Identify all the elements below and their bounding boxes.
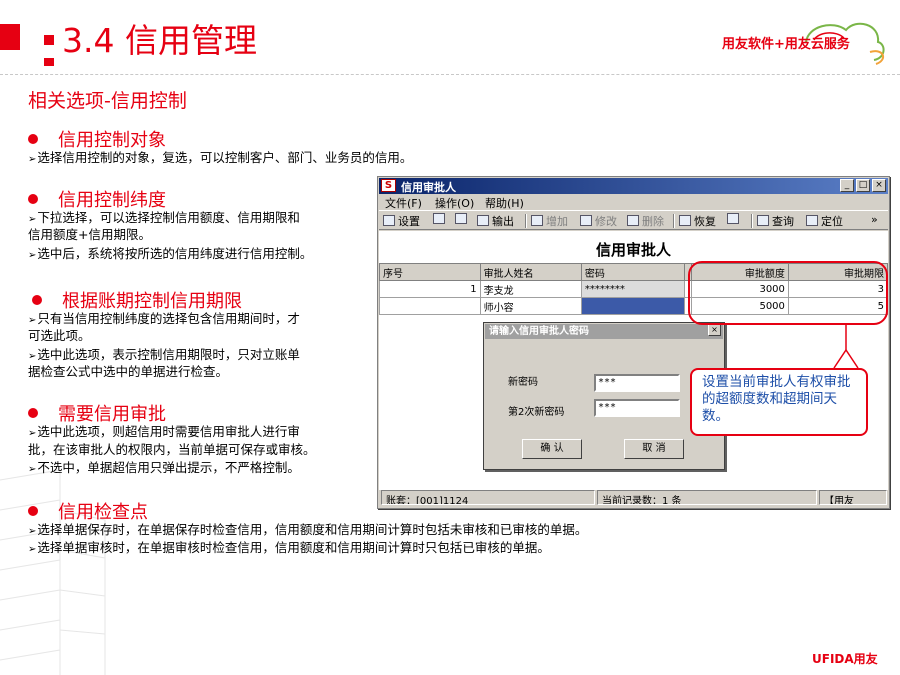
highlight-oval <box>688 261 888 325</box>
toolbar-add-button[interactable]: 增加 <box>531 213 568 229</box>
confirm-password-label: 第2次新密码 <box>508 407 565 418</box>
toolbar-query-button[interactable]: 查询 <box>757 213 794 229</box>
settings-icon <box>383 215 395 226</box>
col-header-name[interactable]: 审批人姓名 <box>479 263 582 281</box>
bullet-dot-icon <box>28 194 38 204</box>
cancel-button[interactable]: 取 消 <box>624 439 684 459</box>
confirm-password-field[interactable]: *** <box>594 399 680 417</box>
edit-icon <box>580 215 592 226</box>
title-accent-block <box>0 24 20 50</box>
cell-name[interactable]: 李支龙 <box>479 280 582 298</box>
arrow-icon: ➢ <box>28 154 37 165</box>
title-accent-dot <box>44 58 54 66</box>
window-title: 信用审批人 <box>401 181 456 194</box>
bullet-text: 据检查公式中选中的单据进行检查。 <box>28 364 229 379</box>
header-divider <box>0 74 900 75</box>
bullet-text: 信用额度+信用期限。 <box>28 227 151 242</box>
col-header-no[interactable]: 序号 <box>379 263 481 281</box>
export-icon <box>477 215 489 226</box>
cell-password[interactable]: ******** <box>580 280 685 298</box>
bullet-dot-icon <box>28 506 38 516</box>
status-account: 账套：[001]1124 <box>381 490 595 505</box>
minimize-button[interactable]: _ <box>840 179 854 192</box>
toolbar-edit-button[interactable]: 修改 <box>580 213 617 229</box>
section-subtitle: 相关选项-信用控制 <box>28 90 187 112</box>
toolbar-settings-button[interactable]: 设置 <box>383 213 420 229</box>
dialog-close-button[interactable]: × <box>708 324 721 336</box>
bullet-text: ➢不选中，单据超信用只弹出提示，不严格控制。 <box>28 460 300 475</box>
add-icon <box>531 215 543 226</box>
arrow-icon: ➢ <box>28 315 37 326</box>
password-dialog: 请输入信用审批人密码 × 新密码 *** 第2次新密码 *** 确 认 取 消 <box>483 322 725 470</box>
binoculars-icon <box>757 215 769 226</box>
arrow-icon: ➢ <box>28 214 37 225</box>
bullet-text: ➢选择信用控制的对象，复选，可以控制客户、部门、业务员的信用。 <box>28 150 413 165</box>
toolbar-print-button[interactable] <box>433 213 448 226</box>
arrow-icon: ➢ <box>28 464 37 475</box>
toolbar-locate-button[interactable]: 定位 <box>806 213 843 229</box>
status-record-count: 当前记录数：1 条 <box>597 490 817 505</box>
arrow-icon: ➢ <box>28 250 37 261</box>
status-bar: 账套：[001]1124 当前记录数：1 条 【用友 <box>379 489 888 507</box>
cell-no[interactable] <box>379 297 481 315</box>
bullet-text: 批，在该审批人的权限内，当前单据可保存或审核。 <box>28 442 316 457</box>
new-password-label: 新密码 <box>508 377 538 388</box>
toolbar-save-button[interactable] <box>727 213 742 226</box>
menu-bar: 文件(F) 操作(O) 帮助(H) <box>379 194 888 210</box>
menu-help[interactable]: 帮助(H) <box>485 195 524 211</box>
bullet-text: 可选此项。 <box>28 328 91 343</box>
arrow-icon: ➢ <box>28 351 37 362</box>
toolbar-delete-button[interactable]: 删除 <box>627 213 664 229</box>
dialog-titlebar[interactable]: 请输入信用审批人密码 <box>485 324 723 339</box>
bullet-text: ➢选中后，系统将按所选的信用纬度进行信用控制。 <box>28 246 313 261</box>
bullet-dot-icon <box>32 295 42 305</box>
slide-title: 3.4 信用管理 <box>62 21 257 60</box>
dialog-title: 请输入信用审批人密码 <box>489 326 589 337</box>
bullet-text: ➢选择单据保存时，在单据保存时检查信用，信用额度和信用期间计算时包括未审核和已审… <box>28 522 588 537</box>
delete-icon <box>627 215 639 226</box>
maximize-button[interactable]: □ <box>856 179 870 192</box>
close-button[interactable]: × <box>872 179 886 192</box>
cell-no[interactable]: 1 <box>379 280 481 298</box>
arrow-icon: ➢ <box>28 428 37 439</box>
menu-operation[interactable]: 操作(O) <box>435 195 474 211</box>
callout-note: 设置当前审批人有权审批的超额度数和超期间天数。 <box>690 368 868 436</box>
form-title: 信用审批人 <box>595 241 671 259</box>
title-accent-dot <box>44 35 54 45</box>
cell-name[interactable]: 师小容 <box>479 297 582 315</box>
status-brand: 【用友 <box>819 490 887 505</box>
print-icon <box>433 213 445 224</box>
bullet-text: ➢选中此选项，则超信用时需要信用审批人进行审 <box>28 424 300 439</box>
new-password-field[interactable]: *** <box>594 374 680 392</box>
bullet-dot-icon <box>28 134 38 144</box>
confirm-button[interactable]: 确 认 <box>522 439 582 459</box>
toolbar-more-button[interactable]: » <box>871 213 878 226</box>
ufida-footer-logo: UFIDA用友 <box>812 652 878 666</box>
arrow-icon: ➢ <box>28 526 37 537</box>
locate-icon <box>806 215 818 226</box>
toolbar: 设置 输出 增加 修改 删除 恢复 查询 定位 » <box>379 210 888 230</box>
ufida-logo-text: 用友软件+用友云服务 <box>722 37 850 52</box>
col-header-password[interactable]: 密码 <box>580 263 685 281</box>
undo-icon <box>679 215 691 226</box>
bullet-dot-icon <box>28 408 38 418</box>
toolbar-preview-button[interactable] <box>455 213 470 226</box>
app-icon: S <box>381 179 396 192</box>
arrow-icon: ➢ <box>28 544 37 555</box>
bullet-text: ➢选择单据审核时，在单据审核时检查信用，信用额度和信用期间计算时只包括已审核的单… <box>28 540 550 555</box>
menu-file[interactable]: 文件(F) <box>385 195 422 211</box>
toolbar-undo-button[interactable]: 恢复 <box>679 213 716 229</box>
preview-icon <box>455 213 467 224</box>
cell-password-active[interactable] <box>580 297 685 315</box>
toolbar-export-button[interactable]: 输出 <box>477 213 514 229</box>
save-icon <box>727 213 739 224</box>
window-titlebar[interactable]: S 信用审批人 _ □ × <box>379 178 888 194</box>
